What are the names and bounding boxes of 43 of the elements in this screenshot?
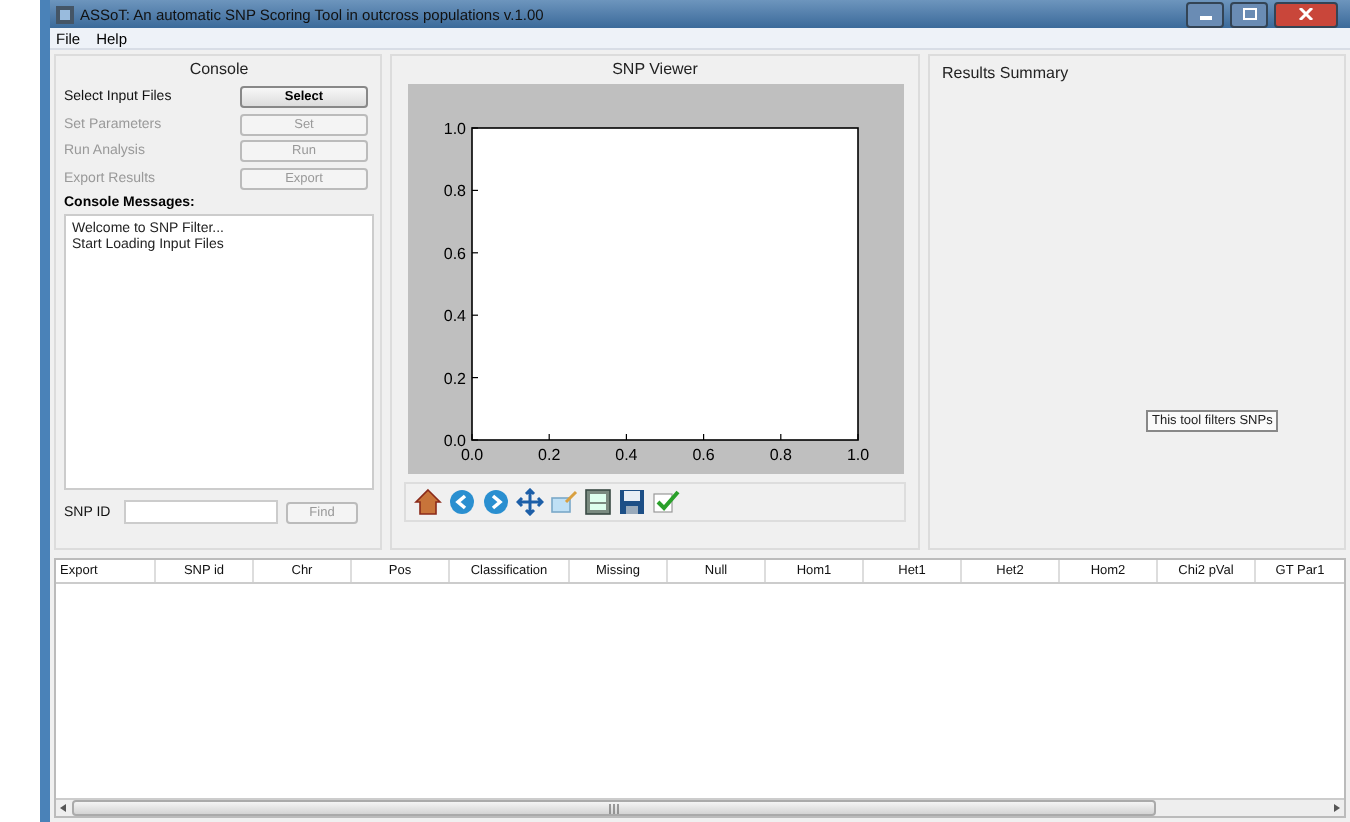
maximize-icon	[1241, 8, 1257, 20]
tick-mark	[470, 127, 478, 129]
x-tick-label: 0.0	[459, 446, 483, 464]
back-icon[interactable]	[448, 488, 476, 516]
x-tick-label: 1.0	[845, 446, 869, 464]
y-tick-label: 1.0	[442, 120, 465, 138]
checkmark-icon[interactable]	[652, 488, 680, 516]
horizontal-scrollbar[interactable]	[56, 798, 1344, 816]
scroll-right-icon[interactable]	[1328, 800, 1344, 816]
snp-id-field[interactable]	[124, 500, 278, 524]
scroll-left-icon[interactable]	[56, 800, 72, 816]
panel-title: Results Summary	[940, 62, 1071, 86]
y-tick-label: 0.2	[442, 369, 465, 388]
panel-title: Console	[187, 58, 251, 82]
y-tick-label: 0.0	[442, 432, 465, 450]
maximize-button[interactable]	[1230, 1, 1268, 27]
close-button[interactable]	[1274, 1, 1338, 27]
tick-mark	[702, 433, 704, 441]
tick-mark	[470, 189, 478, 191]
minimize-button[interactable]	[1186, 1, 1224, 27]
x-tick-label: 0.4	[614, 446, 637, 464]
tick-mark	[856, 433, 858, 441]
close-icon	[1298, 8, 1314, 20]
tick-mark	[470, 377, 478, 379]
tick-mark	[470, 252, 478, 254]
tick-mark	[624, 433, 626, 441]
scrollbar-thumb[interactable]	[72, 800, 1156, 816]
forward-icon[interactable]	[482, 488, 510, 516]
panel-title: SNP Viewer	[612, 58, 698, 82]
y-tick-label: 0.8	[442, 182, 465, 201]
x-tick-label: 0.2	[537, 446, 560, 464]
subplots-icon[interactable]	[584, 488, 612, 516]
tick-mark	[547, 433, 549, 441]
move-icon[interactable]	[516, 488, 544, 516]
save-icon[interactable]	[618, 488, 646, 516]
x-tick-label: 0.8	[768, 446, 791, 464]
tick-mark	[779, 433, 781, 441]
y-tick-label: 0.4	[442, 307, 465, 326]
home-icon[interactable]	[414, 488, 442, 516]
app-icon	[56, 5, 74, 23]
y-tick-label: 0.6	[442, 244, 465, 263]
x-tick-label: 0.6	[691, 446, 714, 464]
tick-mark	[470, 314, 478, 316]
